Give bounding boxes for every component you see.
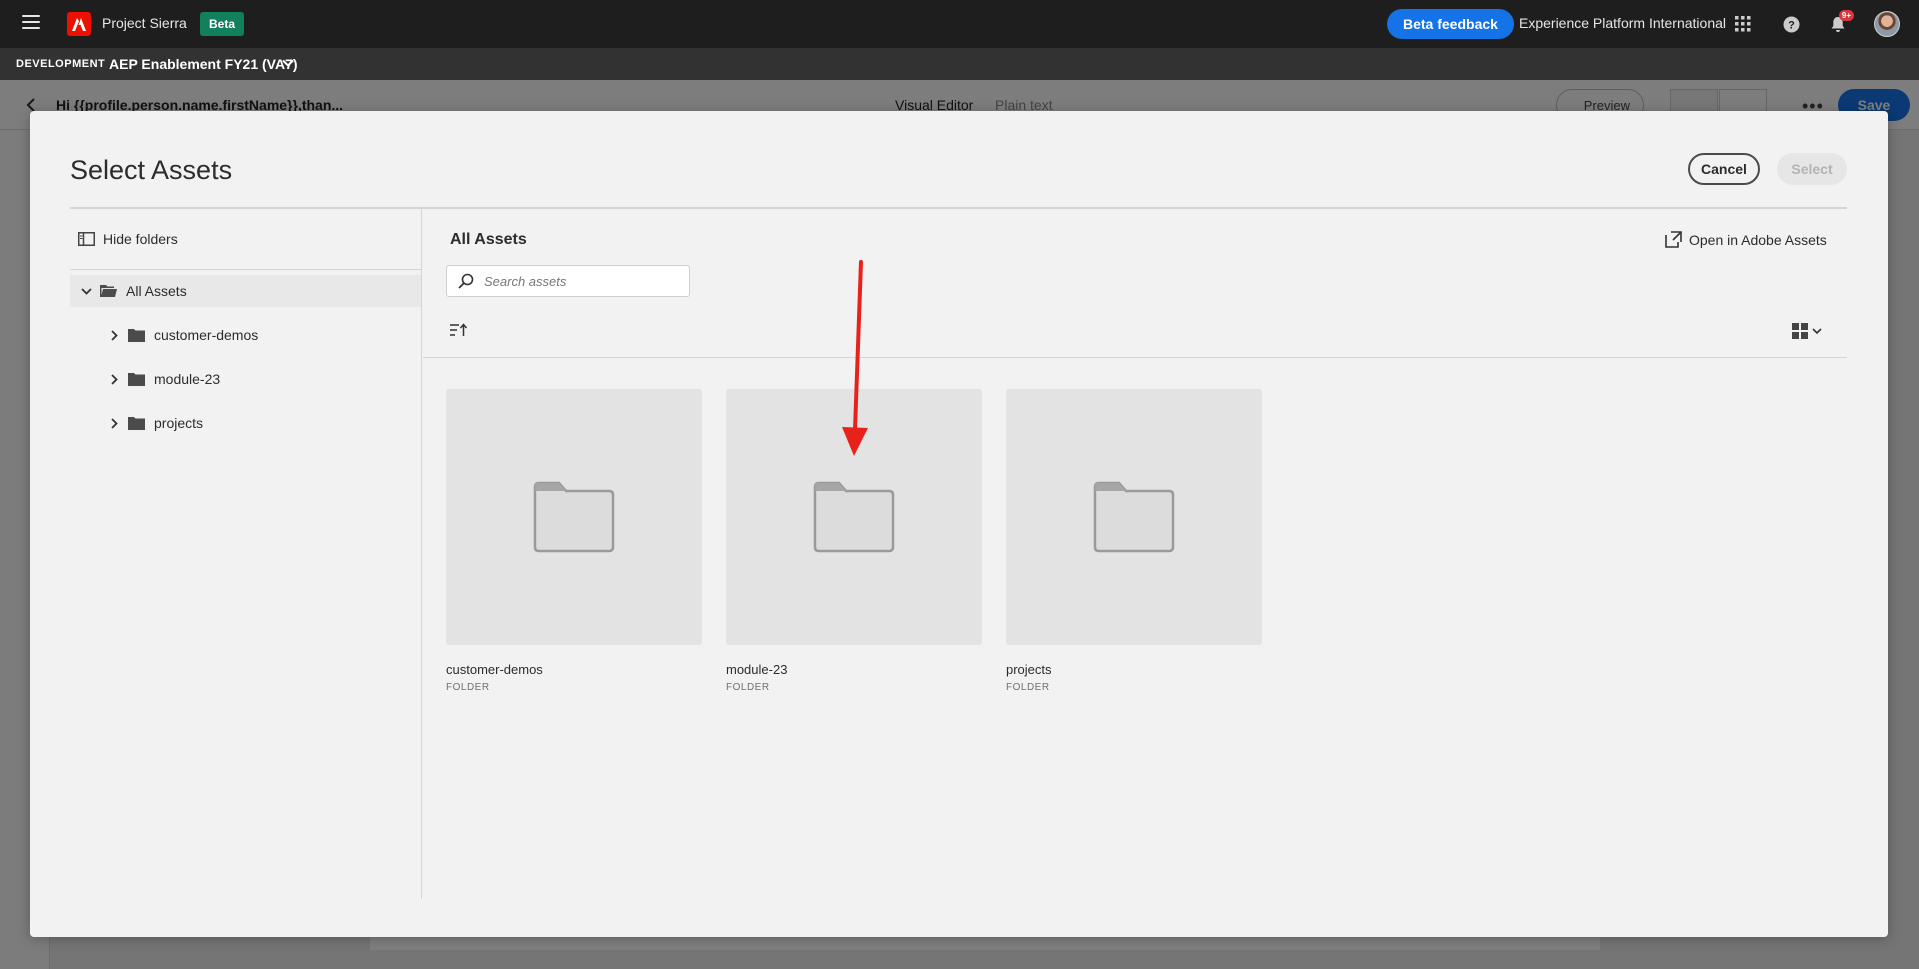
- beta-badge: Beta: [200, 12, 245, 36]
- panel-toggle-icon: [78, 232, 95, 246]
- tree-item-label: All Assets: [126, 283, 187, 299]
- svg-text:?: ?: [1788, 19, 1795, 31]
- bell-icon[interactable]: 9+: [1826, 10, 1854, 36]
- sort-button[interactable]: [450, 323, 468, 342]
- open-in-adobe-assets-link[interactable]: Open in Adobe Assets: [1665, 231, 1827, 248]
- select-button[interactable]: Select: [1777, 153, 1847, 185]
- select-assets-dialog: Select Assets Cancel Select Hide folders…: [30, 111, 1888, 937]
- avatar[interactable]: [1874, 11, 1900, 37]
- asset-card-customer-demos[interactable]: customer-demos FOLDER: [446, 389, 702, 693]
- folder-tree-panel: Hide folders All Assets customer-demos m…: [70, 209, 422, 899]
- cancel-button[interactable]: Cancel: [1688, 153, 1760, 185]
- chevron-right-icon[interactable]: [108, 329, 120, 341]
- open-in-label: Open in Adobe Assets: [1689, 231, 1827, 248]
- open-external-icon: [1665, 231, 1682, 248]
- asset-card-module-23[interactable]: module-23 FOLDER: [726, 389, 982, 693]
- content-heading: All Assets: [450, 231, 527, 248]
- chevron-down-icon[interactable]: [281, 56, 295, 75]
- sort-icon: [450, 323, 468, 336]
- adobe-logo[interactable]: [67, 12, 91, 36]
- card-type: FOLDER: [1006, 682, 1050, 693]
- search-field[interactable]: [446, 265, 690, 297]
- card-name: projects: [1006, 662, 1052, 677]
- hide-folders-button[interactable]: Hide folders: [78, 231, 178, 247]
- divider: [423, 357, 1847, 358]
- tree-item-label: module-23: [154, 371, 221, 387]
- folder-icon: [813, 481, 895, 553]
- tree-item-label: projects: [154, 415, 204, 431]
- org-switcher[interactable]: Experience Platform International: [1519, 15, 1726, 31]
- search-input[interactable]: [484, 273, 674, 289]
- view-mode-button[interactable]: [1792, 323, 1823, 339]
- sandbox-bar: DEVELOPMENT AEP Enablement FY21 (VA7): [0, 48, 1919, 80]
- card-type: FOLDER: [726, 682, 770, 693]
- card-thumbnail[interactable]: [726, 389, 982, 645]
- apps-grid-icon[interactable]: [1731, 12, 1755, 36]
- menu-icon[interactable]: [22, 15, 40, 31]
- card-name: module-23: [726, 662, 788, 677]
- card-type: FOLDER: [446, 682, 490, 693]
- folder-icon: [128, 372, 145, 386]
- folder-icon: [1093, 481, 1175, 553]
- hide-folders-label: Hide folders: [103, 231, 178, 247]
- tree-item-all-assets[interactable]: All Assets: [70, 275, 421, 307]
- divider: [70, 269, 422, 270]
- notification-count-badge: 9+: [1838, 10, 1854, 21]
- help-icon[interactable]: ?: [1779, 12, 1803, 36]
- tree-item-module-23[interactable]: module-23: [70, 363, 421, 395]
- sandbox-name[interactable]: AEP Enablement FY21 (VA7): [109, 56, 298, 72]
- environment-label: DEVELOPMENT: [16, 58, 106, 70]
- chevron-down-icon[interactable]: [80, 285, 92, 297]
- chevron-down-icon: [1812, 328, 1822, 335]
- search-icon: [458, 273, 474, 289]
- folder-open-icon: [100, 284, 117, 298]
- dialog-title: Select Assets: [70, 155, 233, 185]
- app-name[interactable]: Project Sierra: [102, 15, 187, 31]
- folder-icon: [533, 481, 615, 553]
- asset-card-projects[interactable]: projects FOLDER: [1006, 389, 1262, 693]
- chevron-right-icon[interactable]: [108, 373, 120, 385]
- card-name: customer-demos: [446, 662, 543, 677]
- chevron-right-icon[interactable]: [108, 417, 120, 429]
- folder-icon: [128, 328, 145, 342]
- tree-item-customer-demos[interactable]: customer-demos: [70, 319, 421, 351]
- card-thumbnail[interactable]: [1006, 389, 1262, 645]
- grid-view-icon: [1792, 323, 1808, 339]
- folder-icon: [128, 416, 145, 430]
- card-thumbnail[interactable]: [446, 389, 702, 645]
- beta-feedback-button[interactable]: Beta feedback: [1387, 9, 1514, 39]
- tree-item-label: customer-demos: [154, 327, 259, 343]
- tree-item-projects[interactable]: projects: [70, 407, 421, 439]
- top-navigation-bar: Project Sierra Beta Beta feedback Experi…: [0, 0, 1919, 48]
